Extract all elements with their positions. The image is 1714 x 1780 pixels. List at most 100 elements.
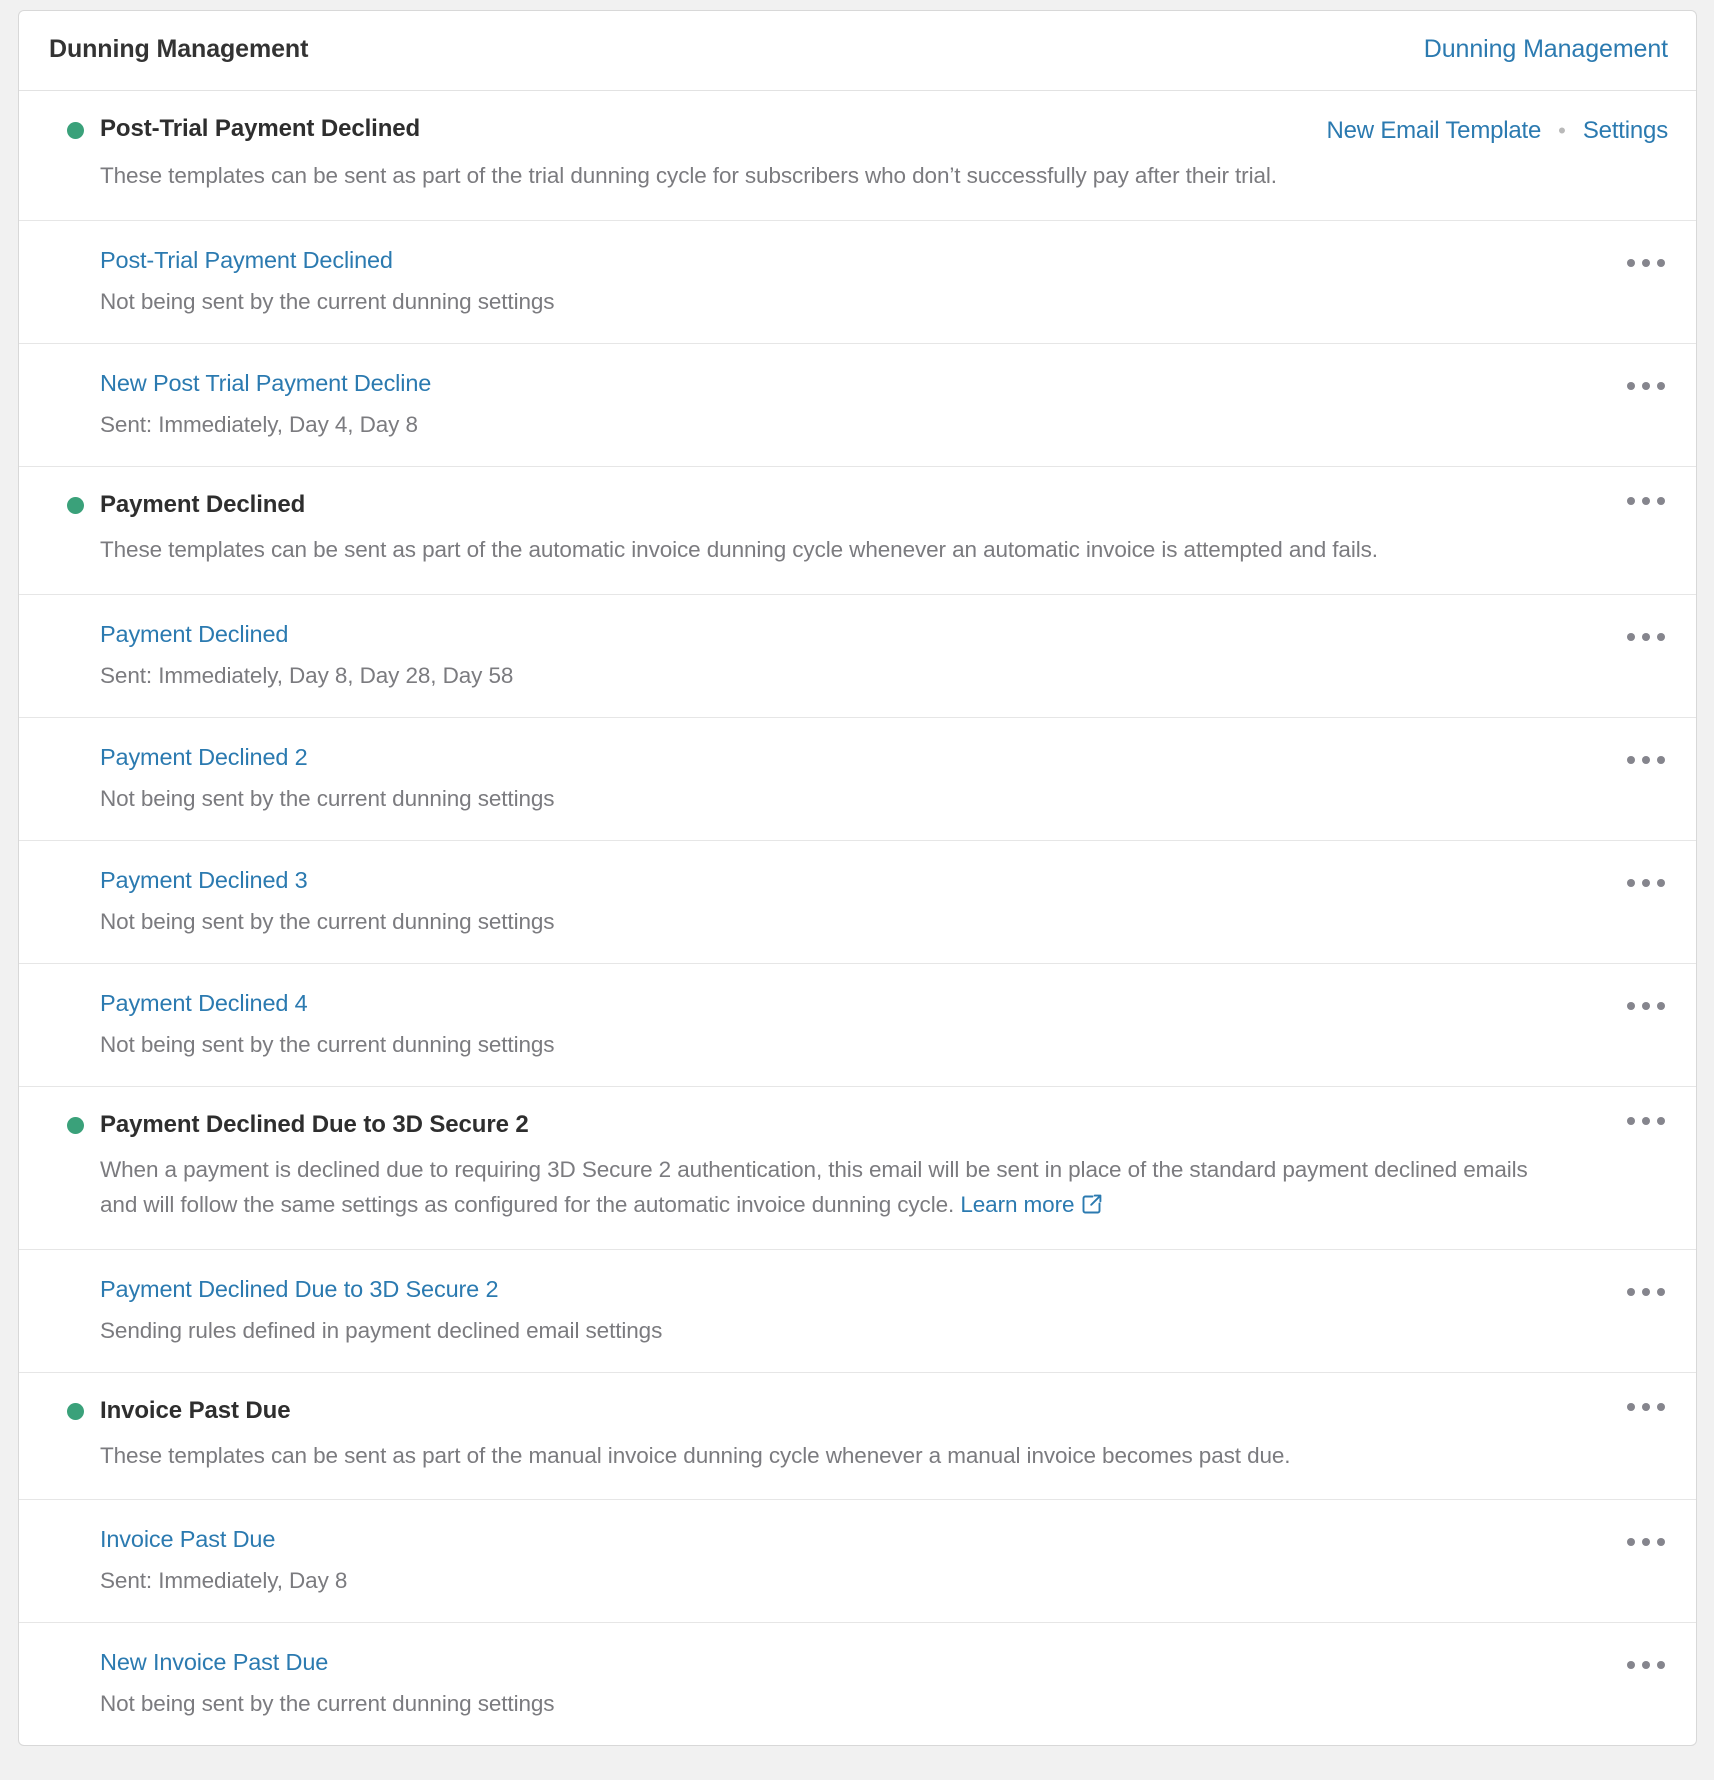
status-active-dot-icon [67, 1117, 84, 1135]
learn-more-link[interactable]: Learn more [960, 1192, 1103, 1217]
template-name-link[interactable]: Payment Declined 2 [100, 744, 554, 771]
dot [1657, 755, 1665, 764]
group-description: When a payment is declined due to requir… [100, 1156, 1528, 1217]
template-name-link[interactable]: New Post Trial Payment Decline [100, 370, 431, 397]
dot [1657, 496, 1665, 505]
template-status: Sent: Immediately, Day 8 [100, 1568, 348, 1594]
dunning-management-card: Dunning Management Dunning Management Po… [18, 10, 1697, 1747]
dot [1642, 1001, 1650, 1010]
group-description: These templates can be sent as part of t… [100, 1442, 1291, 1468]
template-name-link[interactable]: Post-Trial Payment Declined [100, 247, 554, 274]
group-overflow-menu-icon[interactable] [1617, 1111, 1667, 1131]
external-link-icon [1081, 1193, 1103, 1215]
dot [1642, 1661, 1650, 1670]
row-overflow-menu-icon[interactable] [1617, 376, 1667, 396]
table-row[interactable]: Invoice Past Due Sent: Immediately, Day … [19, 1500, 1696, 1624]
template-info: Invoice Past Due Sent: Immediately, Day … [49, 1526, 347, 1594]
group-header: Post-Trial Payment Declined New Email Te… [19, 91, 1696, 221]
table-row[interactable]: Payment Declined Due to 3D Secure 2 Send… [19, 1250, 1696, 1372]
group-description-wrapper: When a payment is declined due to requir… [49, 1153, 1668, 1223]
template-info: Payment Declined Sent: Immediately, Day … [49, 621, 513, 689]
group-overflow-menu-icon[interactable] [1617, 491, 1667, 511]
group-title: Payment Declined Due to 3D Secure 2 [100, 1110, 529, 1138]
action-separator-dot-icon: • [1558, 118, 1566, 143]
dot [1627, 258, 1635, 267]
template-info: Post-Trial Payment Declined Not being se… [49, 247, 555, 315]
settings-link[interactable]: Settings [1583, 117, 1668, 145]
template-info: Payment Declined Due to 3D Secure 2 Send… [49, 1276, 662, 1344]
dot [1627, 1287, 1635, 1296]
group-payment-declined: Payment Declined These templates can be … [19, 467, 1696, 1087]
template-info: Payment Declined 3 Not being sent by the… [49, 867, 555, 935]
template-name-link[interactable]: Payment Declined 4 [100, 990, 554, 1017]
group-header: Invoice Past Due These templates can be … [19, 1373, 1696, 1501]
dot [1657, 258, 1665, 267]
page-root: Dunning Management Dunning Management Po… [0, 0, 1714, 1780]
template-name-link[interactable]: New Invoice Past Due [100, 1649, 554, 1676]
template-info: New Post Trial Payment Decline Sent: Imm… [49, 370, 431, 438]
table-row[interactable]: Payment Declined 2 Not being sent by the… [19, 718, 1696, 841]
row-overflow-menu-icon[interactable] [1617, 253, 1667, 273]
table-row[interactable]: Post-Trial Payment Declined Not being se… [19, 221, 1696, 344]
template-status: Not being sent by the current dunning se… [100, 1691, 555, 1717]
dot [1657, 1661, 1665, 1670]
group-title: Payment Declined [100, 490, 306, 518]
template-name-link[interactable]: Payment Declined 3 [100, 867, 554, 894]
dot [1657, 1001, 1665, 1010]
dot [1642, 381, 1650, 390]
status-active-dot-icon [67, 121, 84, 139]
dot [1627, 1001, 1635, 1010]
dot [1627, 755, 1635, 764]
table-row[interactable]: New Post Trial Payment Decline Sent: Imm… [19, 344, 1696, 466]
dot [1627, 1116, 1635, 1125]
dot [1627, 381, 1635, 390]
template-status: Sent: Immediately, Day 4, Day 8 [100, 411, 418, 437]
dot [1627, 878, 1635, 887]
table-row[interactable]: New Invoice Past Due Not being sent by t… [19, 1623, 1696, 1745]
dot [1657, 381, 1665, 390]
dot [1627, 1661, 1635, 1670]
dot [1657, 1287, 1665, 1296]
row-overflow-menu-icon[interactable] [1617, 1655, 1667, 1675]
dot [1657, 632, 1665, 641]
template-info: Payment Declined 2 Not being sent by the… [49, 744, 555, 812]
group-description: These templates can be sent as part of t… [100, 536, 1378, 562]
row-overflow-menu-icon[interactable] [1617, 1532, 1667, 1552]
dot [1642, 1116, 1650, 1125]
group-title: Invoice Past Due [100, 1396, 291, 1424]
dot [1657, 1402, 1665, 1411]
card-header: Dunning Management Dunning Management [19, 11, 1696, 91]
new-email-template-link[interactable]: New Email Template [1326, 117, 1541, 145]
template-status: Not being sent by the current dunning se… [100, 288, 555, 314]
template-name-link[interactable]: Payment Declined Due to 3D Secure 2 [100, 1276, 662, 1303]
page-title: Dunning Management [49, 35, 309, 63]
dot [1642, 258, 1650, 267]
group-actions: New Email Template • Settings [1326, 115, 1668, 145]
group-overflow-menu-icon[interactable] [1617, 1397, 1667, 1417]
dot [1657, 1116, 1665, 1125]
group-post-trial-payment-declined: Post-Trial Payment Declined New Email Te… [19, 91, 1696, 467]
dot [1657, 878, 1665, 887]
row-overflow-menu-icon[interactable] [1617, 873, 1667, 893]
dot [1642, 878, 1650, 887]
row-overflow-menu-icon[interactable] [1617, 996, 1667, 1016]
group-header: Payment Declined These templates can be … [19, 467, 1696, 595]
dot [1642, 632, 1650, 641]
dot [1657, 1538, 1665, 1547]
template-status: Not being sent by the current dunning se… [100, 1031, 555, 1057]
dot [1642, 755, 1650, 764]
template-name-link[interactable]: Payment Declined [100, 621, 513, 648]
dot [1627, 496, 1635, 505]
table-row[interactable]: Payment Declined Sent: Immediately, Day … [19, 595, 1696, 718]
template-status: Sending rules defined in payment decline… [100, 1317, 663, 1343]
row-overflow-menu-icon[interactable] [1617, 750, 1667, 770]
dot [1642, 1402, 1650, 1411]
template-name-link[interactable]: Invoice Past Due [100, 1526, 347, 1553]
table-row[interactable]: Payment Declined 3 Not being sent by the… [19, 841, 1696, 964]
dunning-management-link[interactable]: Dunning Management [1424, 35, 1668, 64]
template-info: New Invoice Past Due Not being sent by t… [49, 1649, 555, 1717]
row-overflow-menu-icon[interactable] [1617, 627, 1667, 647]
learn-more-label: Learn more [960, 1191, 1075, 1217]
table-row[interactable]: Payment Declined 4 Not being sent by the… [19, 964, 1696, 1086]
row-overflow-menu-icon[interactable] [1617, 1282, 1667, 1302]
